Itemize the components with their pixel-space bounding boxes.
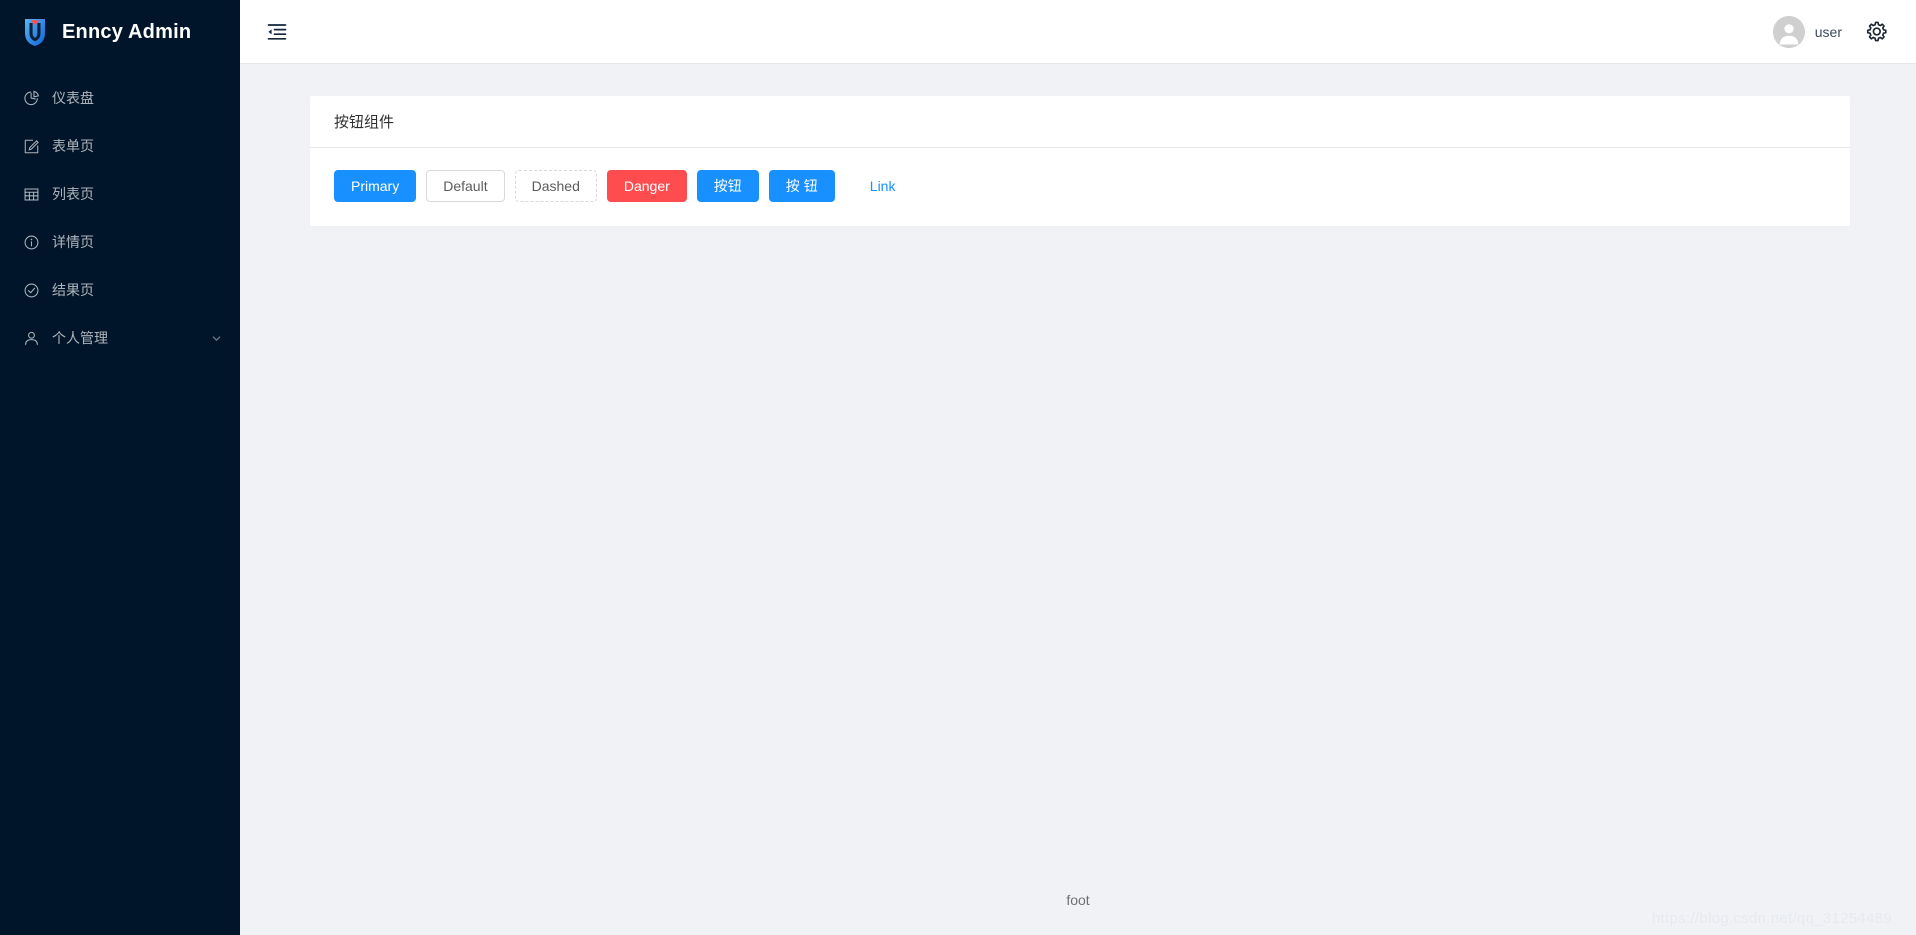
sidebar-item-label: 详情页	[52, 234, 94, 250]
sidebar-item-detail[interactable]: 详情页	[0, 218, 240, 266]
topbar-right: user	[1772, 15, 1888, 48]
chevron-down-icon	[210, 332, 222, 344]
user-menu[interactable]: user	[1772, 15, 1842, 48]
main-area: user 按钮组件 Primary Default Dashed Danger …	[240, 0, 1916, 935]
card-body: Primary Default Dashed Danger 按钮 按钮 Link	[310, 148, 1850, 226]
danger-button[interactable]: Danger	[606, 170, 687, 202]
sidebar-logo-title: Enncy Admin	[62, 20, 192, 43]
shield-u-logo-icon	[22, 17, 48, 47]
user-avatar-icon	[1772, 15, 1805, 48]
user-icon	[22, 329, 40, 347]
link-button[interactable]: Link	[859, 170, 907, 202]
user-name-label: user	[1814, 23, 1842, 40]
button-components-card: 按钮组件 Primary Default Dashed Danger 按钮 按钮…	[310, 96, 1850, 226]
primary-button[interactable]: Primary	[334, 170, 417, 202]
info-circle-icon	[22, 233, 40, 251]
gear-icon[interactable]	[1864, 20, 1888, 44]
sidebar-item-label: 表单页	[52, 138, 94, 154]
menu-fold-icon[interactable]	[264, 19, 290, 45]
sidebar-item-label: 列表页	[52, 186, 94, 202]
table-icon	[22, 185, 40, 203]
sidebar-item-personal-management[interactable]: 个人管理	[0, 314, 240, 362]
default-button[interactable]: Default	[426, 170, 505, 202]
dashed-button[interactable]: Dashed	[514, 170, 597, 202]
sidebar: Enncy Admin 仪表盘 表单页 列表页 详情页 结果页 个人管理	[0, 0, 240, 935]
footer-text: foot	[1066, 892, 1090, 908]
button-row: Primary Default Dashed Danger 按钮 按钮 Link	[334, 170, 1826, 202]
sidebar-item-result[interactable]: 结果页	[0, 266, 240, 314]
sidebar-item-dashboard[interactable]: 仪表盘	[0, 74, 240, 122]
app-root: Enncy Admin 仪表盘 表单页 列表页 详情页 结果页 个人管理 use…	[0, 0, 1916, 935]
pie-chart-icon	[22, 89, 40, 107]
content-area: 按钮组件 Primary Default Dashed Danger 按钮 按钮…	[240, 64, 1916, 865]
sidebar-item-list[interactable]: 列表页	[0, 170, 240, 218]
form-edit-icon	[22, 137, 40, 155]
sidebar-menu: 仪表盘 表单页 列表页 详情页 结果页 个人管理	[0, 64, 240, 362]
watermark: https://blog.csdn.net/qq_31254489	[1651, 910, 1892, 927]
sidebar-item-form[interactable]: 表单页	[0, 122, 240, 170]
topbar: user	[240, 0, 1916, 64]
sidebar-logo[interactable]: Enncy Admin	[0, 0, 240, 64]
primary-cn-spaced-button[interactable]: 按钮	[768, 170, 835, 202]
card-title: 按钮组件	[310, 96, 1850, 148]
sidebar-item-label: 结果页	[52, 282, 94, 298]
sidebar-item-label: 仪表盘	[52, 90, 94, 106]
primary-cn-button[interactable]: 按钮	[696, 170, 759, 202]
sidebar-item-label: 个人管理	[52, 330, 108, 346]
check-circle-icon	[22, 281, 40, 299]
